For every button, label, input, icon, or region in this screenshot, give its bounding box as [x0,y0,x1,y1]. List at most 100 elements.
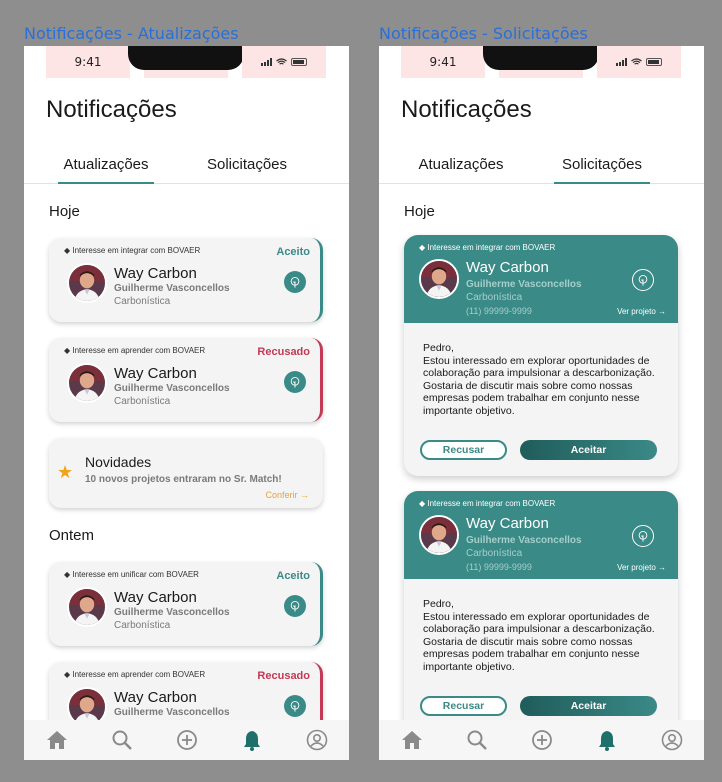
person-name: Guilherme Vasconcellos [114,383,230,394]
avatar [67,363,107,403]
tab-bar: Atualizações Solicitações [24,156,349,184]
company-name: Way Carbon [466,259,549,276]
person-phone: (11) 99999-9999 [466,562,532,572]
card-context: Interesse em aprender com BOVAER [64,346,205,355]
company-name: Way Carbon [466,515,549,532]
decline-button[interactable]: Recusar [420,440,507,460]
accept-button[interactable]: Aceitar [520,440,657,460]
card-context: Interesse em integrar com BOVAER [419,499,555,508]
home-icon[interactable] [44,727,70,753]
tab-updates[interactable]: Atualizações [413,156,509,184]
signal-icon [261,58,272,66]
updates-screen: 9:41 Notificações Atualizações Solicitaç… [24,46,349,760]
star-icon: ★ [57,462,74,482]
person-name: Guilherme Vasconcellos [466,535,582,546]
person-role: Carbonística [114,396,171,407]
person-role: Carbonística [114,296,171,307]
person-name: Guilherme Vasconcellos [114,707,230,718]
company-name: Way Carbon [114,365,197,382]
news-text: 10 novos projetos entraram no Sr. Match! [85,474,282,485]
wifi-icon [276,58,287,65]
tab-requests[interactable]: Solicitações [199,156,295,184]
home-icon[interactable] [399,727,425,753]
status-icons [597,46,681,78]
view-project-link[interactable]: Ver projeto → [617,307,666,316]
person-name: Guilherme Vasconcellos [114,607,230,618]
person-role: Carbonística [466,292,523,303]
accept-button[interactable]: Aceitar [520,696,657,716]
company-name: Way Carbon [114,265,197,282]
status-bar: 9:41 [24,46,349,79]
person-name: Guilherme Vasconcellos [114,283,230,294]
battery-icon [291,58,307,66]
section-today: Hoje [404,203,435,220]
status-icons [242,46,326,78]
signal-icon [616,58,627,66]
person-name: Guilherme Vasconcellos [466,279,582,290]
tab-requests[interactable]: Solicitações [554,156,650,184]
plant-icon[interactable] [284,371,306,393]
bell-icon[interactable] [239,727,265,753]
person-role: Carbonística [466,548,523,559]
tab-bar: Atualizações Solicitações [379,156,704,184]
company-name: Way Carbon [114,589,197,606]
decline-button[interactable]: Recusar [420,696,507,716]
plant-icon[interactable] [632,525,654,547]
card-context: Interesse em integrar com BOVAER [419,243,555,252]
profile-icon[interactable] [304,727,330,753]
avatar [419,515,459,555]
news-card[interactable]: ★ Novidades 10 novos projetos entraram n… [49,438,323,508]
section-today: Hoje [49,203,80,220]
news-link[interactable]: Conferir → [265,490,309,500]
bottom-nav [24,720,349,760]
plant-icon[interactable] [632,269,654,291]
search-icon[interactable] [109,727,135,753]
bottom-nav [379,720,704,760]
avatar [419,259,459,299]
status-bar: 9:41 [379,46,704,79]
message-body: Estou interessado em explorar oportunida… [423,354,655,417]
notch [483,46,599,70]
plant-icon[interactable] [284,595,306,617]
wifi-icon [631,58,642,65]
message-body: Estou interessado em explorar oportunida… [423,610,655,673]
tab-updates[interactable]: Atualizações [58,156,154,184]
notch [128,46,244,70]
status-badge: Aceito [276,246,310,258]
update-card[interactable]: Interesse em integrar com BOVAER Aceito … [49,238,323,322]
profile-icon[interactable] [659,727,685,753]
status-time: 9:41 [46,46,130,78]
card-context: Interesse em integrar com BOVAER [64,246,200,255]
message-greeting: Pedro, [423,342,454,354]
status-time: 9:41 [401,46,485,78]
add-icon[interactable] [174,727,200,753]
card-context: Interesse em unificar com BOVAER [64,570,199,579]
request-card: Interesse em integrar com BOVAER Way Car… [404,235,678,476]
update-card[interactable]: Interesse em unificar com BOVAER Aceito … [49,562,323,646]
frame-label-updates: Notificações - Atualizações [24,24,239,43]
bell-icon[interactable] [594,727,620,753]
news-title: Novidades [85,454,152,470]
frame-label-requests: Notificações - Solicitações [379,24,588,43]
add-icon[interactable] [529,727,555,753]
section-yesterday: Ontem [49,527,95,544]
request-card-header: Interesse em integrar com BOVAER Way Car… [404,235,678,323]
update-card[interactable]: Interesse em aprender com BOVAER Recusad… [49,338,323,422]
page-title: Notificações [401,96,532,123]
plant-icon[interactable] [284,695,306,717]
request-message: Pedro, Estou interessado em explorar opo… [423,598,663,673]
request-card-header: Interesse em integrar com BOVAER Way Car… [404,491,678,579]
avatar [67,587,107,627]
search-icon[interactable] [464,727,490,753]
page-title: Notificações [46,96,177,123]
view-project-link[interactable]: Ver projeto → [617,563,666,572]
status-badge: Recusado [257,346,310,358]
requests-screen: 9:41 Notificações Atualizações Solicitaç… [379,46,704,760]
card-context: Interesse em aprender com BOVAER [64,670,205,679]
avatar [67,263,107,303]
plant-icon[interactable] [284,271,306,293]
status-badge: Recusado [257,670,310,682]
message-greeting: Pedro, [423,598,454,610]
person-role: Carbonística [114,620,171,631]
status-badge: Aceito [276,570,310,582]
